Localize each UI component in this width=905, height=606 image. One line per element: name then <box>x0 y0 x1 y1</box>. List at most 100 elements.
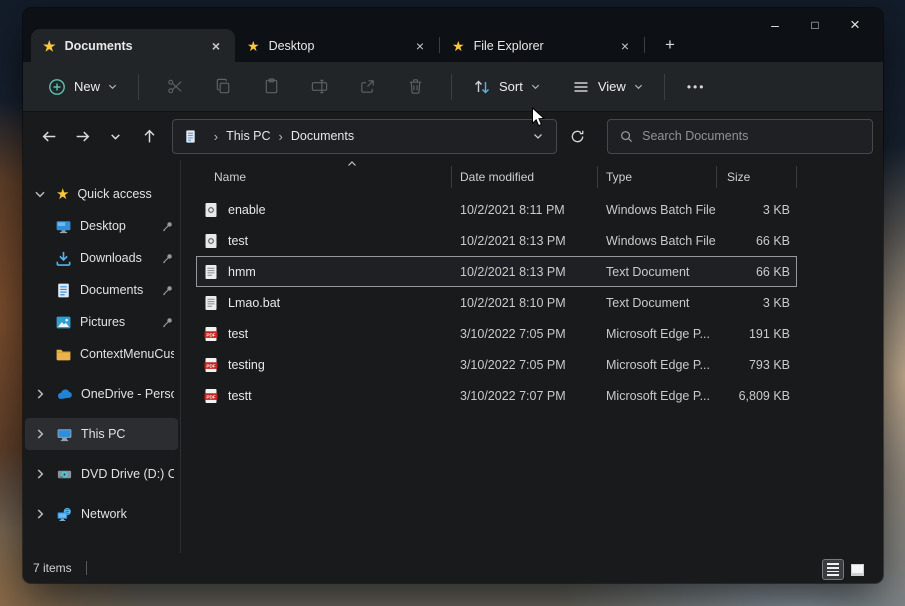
chevron-right-icon[interactable] <box>33 427 47 441</box>
file-size: 6,809 KB <box>717 389 797 403</box>
file-size: 793 KB <box>717 358 797 372</box>
view-toggles <box>823 560 867 579</box>
pin-icon <box>161 220 174 233</box>
new-label: New <box>74 79 100 94</box>
tab-label: Documents <box>65 39 207 53</box>
sidebar-item-dvd-drive[interactable]: DVD Drive (D:) CCCO <box>23 458 180 490</box>
sidebar-item-network[interactable]: Network <box>23 498 180 530</box>
toolbar-divider <box>138 74 139 100</box>
sidebar-item-quick-access[interactable]: ★ Quick access <box>23 178 180 210</box>
forward-button[interactable] <box>69 122 96 150</box>
sidebar-item-contextmenucust[interactable]: ContextMenuCust <box>23 338 180 370</box>
file-type: Windows Batch File <box>598 234 717 248</box>
chevron-right-icon[interactable] <box>33 387 47 401</box>
column-header-name[interactable]: Name <box>196 166 452 188</box>
delete-icon[interactable] <box>405 77 425 97</box>
sidebar-item-label: Quick access <box>77 187 174 201</box>
file-row[interactable]: Lmao.bat 10/2/2021 8:10 PM Text Document… <box>196 287 797 318</box>
view-button[interactable]: View <box>563 71 652 103</box>
column-header-size[interactable]: Size <box>717 166 797 188</box>
address-dropdown-icon[interactable] <box>532 130 544 142</box>
batch-file-icon <box>203 233 219 249</box>
share-icon[interactable] <box>357 77 377 97</box>
column-header-type[interactable]: Type <box>598 166 717 188</box>
file-type: Microsoft Edge P... <box>598 358 717 372</box>
items-count: 7 items <box>33 561 72 575</box>
sort-icon <box>472 77 492 97</box>
search-box[interactable] <box>607 119 873 154</box>
file-date: 3/10/2022 7:05 PM <box>452 327 598 341</box>
file-size: 66 KB <box>717 234 797 248</box>
tab-close-icon[interactable]: × <box>616 36 634 56</box>
sidebar-item-label: Pictures <box>80 315 161 329</box>
address-bar[interactable]: › This PC › Documents <box>172 119 557 154</box>
star-icon: ★ <box>43 39 56 53</box>
sidebar-item-label: Documents <box>80 283 161 297</box>
sidebar-item-documents[interactable]: Documents <box>23 274 180 306</box>
this-pc-icon <box>56 426 73 443</box>
file-row-selected[interactable]: hmm 10/2/2021 8:13 PM Text Document 66 K… <box>196 256 797 287</box>
star-icon: ★ <box>452 39 465 53</box>
tab-desktop[interactable]: ★ Desktop × <box>235 29 439 62</box>
sidebar-item-downloads[interactable]: Downloads <box>23 242 180 274</box>
search-input[interactable] <box>642 129 860 143</box>
file-type: Text Document <box>598 296 717 310</box>
sidebar-item-this-pc[interactable]: This PC <box>25 418 178 450</box>
pdf-icon: PDF <box>203 388 219 404</box>
sidebar-item-label: Desktop <box>80 219 161 233</box>
breadcrumb-this-pc[interactable]: This PC <box>226 129 270 143</box>
minimize-button[interactable]: – <box>755 12 795 38</box>
see-more-button[interactable]: ••• <box>677 74 716 100</box>
folder-icon <box>55 346 72 363</box>
up-button[interactable] <box>136 122 163 150</box>
file-name: testing <box>228 358 265 372</box>
onedrive-cloud-icon <box>56 386 73 403</box>
breadcrumb-separator: › <box>214 129 218 144</box>
pdf-icon: PDF <box>203 326 219 342</box>
new-button[interactable]: New <box>39 71 126 103</box>
sidebar-item-onedrive[interactable]: OneDrive - Personal <box>23 378 180 410</box>
main-area: ★ Quick access Desktop Downloads <box>23 160 883 553</box>
new-tab-button[interactable]: + <box>655 30 685 60</box>
tab-documents[interactable]: ★ Documents × <box>31 29 235 62</box>
file-type: Text Document <box>598 265 717 279</box>
file-row[interactable]: enable 10/2/2021 8:11 PM Windows Batch F… <box>196 194 797 225</box>
file-row[interactable]: PDF test 3/10/2022 7:05 PM Microsoft Edg… <box>196 318 797 349</box>
paste-icon[interactable] <box>261 77 281 97</box>
column-header-date-modified[interactable]: Date modified <box>452 166 598 188</box>
details-view-button[interactable] <box>823 560 843 579</box>
tab-file-explorer[interactable]: ★ File Explorer × <box>440 29 644 62</box>
sort-button[interactable]: Sort <box>464 71 549 103</box>
chevron-right-icon[interactable] <box>33 507 47 521</box>
chevron-right-icon[interactable] <box>33 467 47 481</box>
file-row[interactable]: PDF testing 3/10/2022 7:05 PM Microsoft … <box>196 349 797 380</box>
tab-strip: – □ × ★ Documents × ★ Desktop × ★ File E… <box>23 8 883 62</box>
cut-icon[interactable] <box>165 77 185 97</box>
dvd-drive-icon <box>56 466 73 483</box>
back-button[interactable] <box>36 122 63 150</box>
rename-icon[interactable] <box>309 77 329 97</box>
network-icon <box>56 506 73 523</box>
tab-close-icon[interactable]: × <box>411 36 429 56</box>
star-icon: ★ <box>56 187 69 202</box>
close-button[interactable]: × <box>835 12 875 38</box>
file-row[interactable]: PDF testt 3/10/2022 7:07 PM Microsoft Ed… <box>196 380 797 411</box>
file-name: test <box>228 234 248 248</box>
refresh-button[interactable] <box>563 121 592 151</box>
file-date: 10/2/2021 8:13 PM <box>452 265 598 279</box>
recent-locations-button[interactable] <box>102 122 129 150</box>
sidebar-item-desktop[interactable]: Desktop <box>23 210 180 242</box>
maximize-button[interactable]: □ <box>795 12 835 38</box>
file-row[interactable]: test 10/2/2021 8:13 PM Windows Batch Fil… <box>196 225 797 256</box>
star-icon: ★ <box>247 39 260 53</box>
large-icons-view-button[interactable] <box>847 560 867 579</box>
file-type: Windows Batch File <box>598 203 717 217</box>
breadcrumb-documents[interactable]: Documents <box>291 129 354 143</box>
chevron-down-icon[interactable] <box>33 187 47 201</box>
copy-icon[interactable] <box>213 77 233 97</box>
batch-file-icon <box>203 202 219 218</box>
sidebar-item-pictures[interactable]: Pictures <box>23 306 180 338</box>
tab-close-icon[interactable]: × <box>207 36 225 56</box>
text-document-icon <box>203 295 219 311</box>
pdf-icon: PDF <box>203 357 219 373</box>
